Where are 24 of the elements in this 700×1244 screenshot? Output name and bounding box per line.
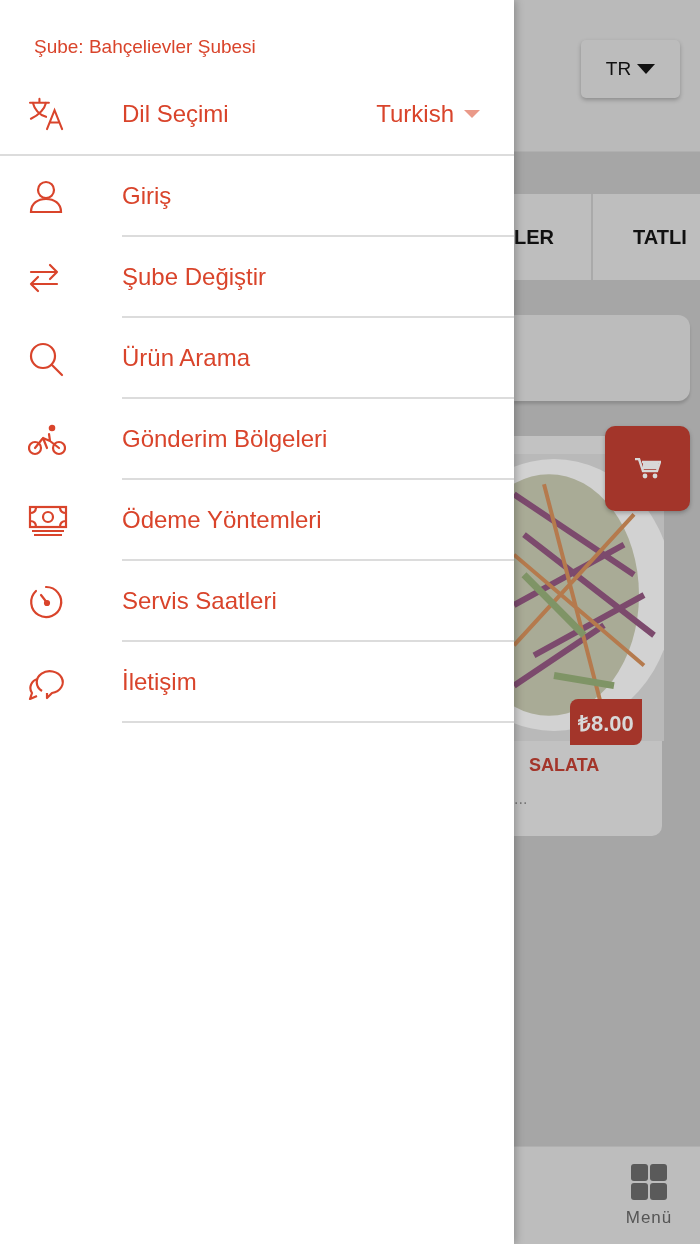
translate-icon (28, 97, 66, 131)
caret-icon (637, 64, 656, 74)
cart-button[interactable] (605, 426, 690, 511)
product-description: ... (514, 789, 529, 808)
price-badge: ₺8.00 (570, 699, 642, 745)
category-tab[interactable]: LER (514, 194, 591, 280)
category-tab[interactable]: TATLI (591, 194, 687, 280)
product-name: SALATA (528, 754, 601, 776)
grid-icon (631, 1163, 667, 1200)
language-button[interactable]: TR (581, 40, 680, 98)
caret-icon (464, 110, 480, 118)
user-icon (28, 178, 64, 215)
language-label: Dil Seçimi (122, 100, 229, 128)
branch-label: Şube: Bahçelievler Şubesi (33, 35, 257, 59)
language-dropdown[interactable]: Turkish (376, 100, 480, 128)
product-card[interactable]: ₺8.00 SALATA ... (514, 436, 662, 836)
menu-item[interactable]: Ödeme Yöntemleri (0, 480, 514, 561)
banknote-icon (28, 504, 68, 537)
swap-arrows-icon (28, 261, 60, 294)
menu-nav-button[interactable]: Menü (598, 1147, 700, 1244)
timer-icon (28, 583, 64, 620)
bicycle-icon (28, 423, 66, 456)
search-icon (28, 340, 64, 377)
cart-icon (634, 457, 661, 480)
